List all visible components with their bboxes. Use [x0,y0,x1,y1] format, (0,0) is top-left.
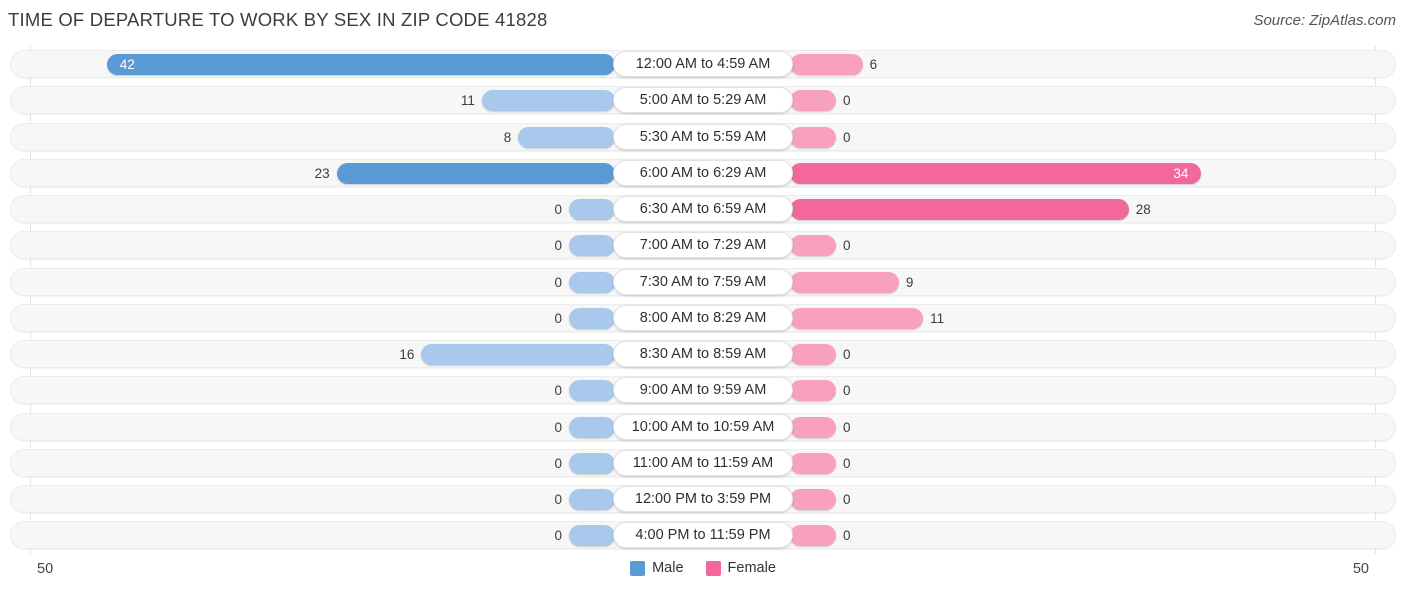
bar-female[interactable] [790,416,836,438]
bar-female[interactable] [790,525,836,547]
bar-female[interactable] [790,271,899,293]
bar-male[interactable] [569,235,615,257]
chart-row: 0 0 11:00 AM to 11:59 AM [0,445,1406,481]
legend-swatch-male-icon [630,560,646,576]
legend-label-male: Male [652,560,684,576]
bar-female[interactable] [790,162,1202,184]
value-label-male: 0 [554,238,562,254]
legend: Male Female [0,560,1406,576]
category-label: 5:30 AM to 5:59 AM [613,123,793,150]
category-label: 7:30 AM to 7:59 AM [613,268,793,295]
chart-rows: 42 6 12:00 AM to 4:59 AM 11 0 5:00 AM to 5:29… [0,46,1406,554]
chart-row: 42 6 12:00 AM to 4:59 AM [0,46,1406,82]
bar-male[interactable] [569,307,615,329]
bar-male[interactable] [569,380,615,402]
bar-male[interactable] [569,525,615,547]
bar-female[interactable] [790,126,836,148]
legend-item-female[interactable]: Female [705,560,776,576]
value-label-male: 0 [554,492,562,508]
value-label-male: 0 [554,274,562,290]
bar-female[interactable] [790,90,836,112]
category-label: 10:00 AM to 10:59 AM [613,413,793,440]
category-label: 11:00 AM to 11:59 AM [613,449,793,476]
bar-female[interactable] [790,452,836,474]
category-label: 12:00 PM to 3:59 PM [613,486,793,513]
value-label-female: 9 [905,274,914,290]
category-label: 8:30 AM to 8:59 AM [613,341,793,368]
page-title: TIME OF DEPARTURE TO WORK BY SEX IN ZIP … [8,9,548,30]
bar-male[interactable] [481,90,615,112]
chart-row: 0 0 10:00 AM to 10:59 AM [0,409,1406,445]
value-label-female: 28 [1135,202,1151,218]
source-attribution: Source: ZipAtlas.com [1253,12,1396,29]
chart-row: 23 34 6:00 AM to 6:29 AM [0,155,1406,191]
chart-row: 0 0 7:00 AM to 7:29 AM [0,227,1406,263]
category-label: 9:00 AM to 9:59 AM [613,377,793,404]
bar-female[interactable] [790,235,836,257]
category-label: 8:00 AM to 8:29 AM [613,304,793,331]
bar-male[interactable] [569,452,615,474]
bar-female[interactable] [790,344,836,366]
value-label-female: 0 [843,419,851,435]
value-label-male: 0 [554,419,562,435]
bar-male[interactable] [518,126,615,148]
legend-item-male[interactable]: Male [630,560,684,576]
chart-row: 0 11 8:00 AM to 8:29 AM [0,300,1406,336]
value-label-female: 6 [869,57,878,72]
value-label-male: 0 [554,310,562,326]
value-label-male: 16 [399,347,415,363]
value-label-female: 0 [843,383,851,399]
chart-row: 8 0 5:30 AM to 5:59 AM [0,119,1406,155]
value-label-male: 8 [503,129,512,145]
value-label-male: 11 [460,93,475,109]
value-label-male: 0 [554,202,562,218]
value-label-female: 0 [843,528,851,544]
value-label-female: 0 [843,347,851,363]
bar-male[interactable] [569,271,615,293]
value-label-female: 0 [843,455,851,471]
chart-page: TIME OF DEPARTURE TO WORK BY SEX IN ZIP … [0,0,1406,595]
chart-header: TIME OF DEPARTURE TO WORK BY SEX IN ZIP … [0,0,1406,46]
bar-female[interactable] [790,54,863,75]
value-label-female: 34 [1173,165,1189,181]
value-label-male: 42 [119,57,135,72]
category-label: 5:00 AM to 5:29 AM [613,87,793,114]
chart-footer: 50 50 Male Female [0,554,1406,595]
bar-male[interactable] [569,489,615,511]
bar-male[interactable] [569,416,615,438]
chart-row: 11 0 5:00 AM to 5:29 AM [0,82,1406,118]
value-label-male: 0 [554,528,562,544]
legend-label-female: Female [727,560,776,576]
chart-plot-area: 42 6 12:00 AM to 4:59 AM 11 0 5:00 AM to 5:29… [0,46,1406,554]
bar-female[interactable] [790,199,1129,221]
category-label: 6:30 AM to 6:59 AM [613,196,793,223]
chart-row: 0 9 7:30 AM to 7:59 AM [0,264,1406,300]
value-label-female: 0 [843,93,851,109]
value-label-male: 23 [314,165,330,181]
bar-male[interactable] [569,199,615,221]
chart-row: 0 0 4:00 PM to 11:59 PM [0,517,1406,553]
chart-row: 0 0 12:00 PM to 3:59 PM [0,481,1406,517]
chart-row: 0 28 6:30 AM to 6:59 AM [0,191,1406,227]
bar-female[interactable] [790,489,836,511]
category-label: 7:00 AM to 7:29 AM [613,232,793,259]
chart-row: 16 0 8:30 AM to 8:59 AM [0,336,1406,372]
bar-male[interactable] [106,54,615,75]
category-label: 12:00 AM to 4:59 AM [613,51,793,77]
value-label-female: 11 [930,310,945,326]
legend-swatch-female-icon [705,560,721,576]
value-label-male: 0 [554,455,562,471]
value-label-male: 0 [554,383,562,399]
category-label: 6:00 AM to 6:29 AM [613,159,793,186]
category-label: 4:00 PM to 11:59 PM [613,522,793,549]
value-label-female: 0 [843,238,851,254]
value-label-female: 0 [843,492,851,508]
bar-female[interactable] [790,307,924,329]
chart-row: 0 0 9:00 AM to 9:59 AM [0,372,1406,408]
value-label-female: 0 [843,129,851,145]
bar-male[interactable] [421,344,615,366]
bar-female[interactable] [790,380,836,402]
bar-male[interactable] [336,162,615,184]
